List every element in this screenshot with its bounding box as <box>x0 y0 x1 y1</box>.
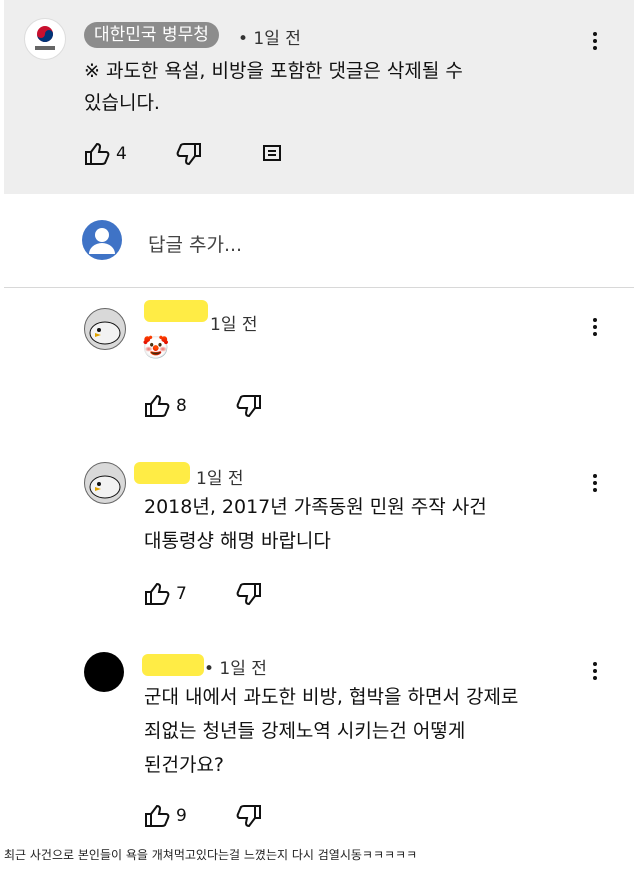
reply-avatar[interactable] <box>84 308 126 350</box>
reply-icon <box>263 145 281 161</box>
dislike-icon <box>176 143 201 166</box>
like-icon <box>145 582 170 605</box>
dislike-icon <box>236 805 261 828</box>
reply-time: 1일 전 <box>210 315 258 335</box>
caption-text: 최근 사건으로 본인들이 욕을 개쳐먹고있다는걸 느꼈는지 다시 검열시동ㅋㅋㅋ… <box>4 848 418 862</box>
pinned-author-badge[interactable]: 대한민국 병무청 <box>84 22 219 48</box>
dislike-icon <box>236 395 261 418</box>
dislike-icon <box>236 583 261 606</box>
like-icon <box>145 394 170 417</box>
divider <box>4 287 634 288</box>
reply-text-line1: 군대 내에서 과도한 비방, 협박을 하면서 강제로 <box>144 686 519 708</box>
reply-more-icon[interactable] <box>592 474 598 495</box>
pinned-text-line2: 있습니다. <box>84 92 160 114</box>
reply-avatar[interactable] <box>84 462 126 504</box>
pinned-like-count: 4 <box>116 144 127 164</box>
redacted-username <box>142 654 204 676</box>
reply-like-count: 8 <box>176 396 187 416</box>
pinned-like-button[interactable]: 4 <box>84 142 127 166</box>
reply-like-button[interactable]: 7 <box>144 582 187 606</box>
reply-text-line2: 대통령샹 해명 바랍니다 <box>144 530 331 552</box>
reply-dislike-button[interactable] <box>236 582 262 606</box>
user-avatar-icon <box>82 220 122 260</box>
reply-text-line3: 된건가요? <box>144 754 225 776</box>
pinned-more-icon[interactable] <box>592 32 598 53</box>
reply-like-button[interactable]: 9 <box>144 804 187 828</box>
pinned-text-line1: ※ 과도한 욕설, 비방을 포함한 댓글은 삭제될 수 <box>84 60 463 82</box>
reply-like-count: 9 <box>176 806 187 826</box>
reply-emoji: 🤡 <box>142 336 170 361</box>
pinned-time: • 1일 전 <box>238 29 301 49</box>
reply-time: • 1일 전 <box>204 659 267 679</box>
military-manpower-logo[interactable] <box>24 18 66 60</box>
reply-like-button[interactable]: 8 <box>144 394 187 418</box>
reply-dislike-button[interactable] <box>236 394 262 418</box>
redacted-username <box>144 300 208 322</box>
reply-input[interactable]: 답글 추가... <box>148 230 242 257</box>
redacted-username <box>134 462 190 484</box>
reply-avatar[interactable] <box>84 652 124 692</box>
reply-text-line2: 죄없는 청년들 강제노역 시키는건 어떻게 <box>144 720 466 742</box>
reply-time: 1일 전 <box>196 469 244 489</box>
reply-dislike-button[interactable] <box>236 804 262 828</box>
like-icon <box>145 804 170 827</box>
reply-more-icon[interactable] <box>592 662 598 683</box>
like-icon <box>85 142 110 165</box>
pinned-reply-button[interactable] <box>262 144 282 164</box>
reply-like-count: 7 <box>176 584 187 604</box>
pinned-dislike-button[interactable] <box>176 142 202 166</box>
reply-text-line1: 2018년, 2017년 가족동원 민원 주작 사건 <box>144 496 487 518</box>
reply-more-icon[interactable] <box>592 318 598 339</box>
